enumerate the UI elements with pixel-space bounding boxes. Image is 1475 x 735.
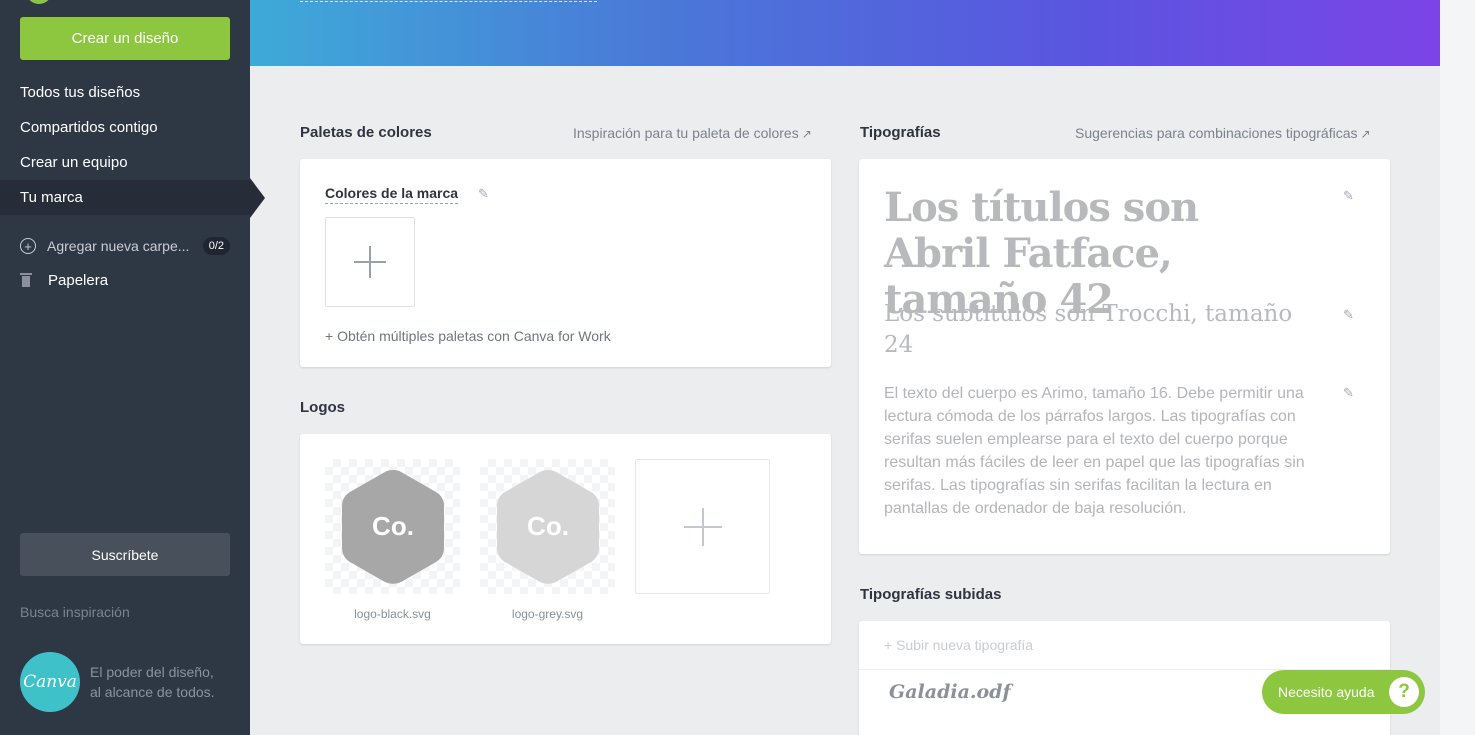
sidebar-item-shared[interactable]: Compartidos contigo [0, 110, 250, 145]
logo-grey-text: Co. [527, 511, 569, 541]
more-palettes-link[interactable]: + Obtén múltiples paletas con Canva for … [325, 328, 611, 344]
user-avatar[interactable] [26, 0, 52, 4]
help-button-label: Necesito ayuda [1278, 684, 1375, 700]
typography-title: Tipografías [860, 124, 941, 141]
font-pairing-link[interactable]: Sugerencias para combinaciones tipográfi… [1075, 125, 1371, 141]
add-color-button[interactable] [325, 217, 415, 307]
folder-count-badge: 0/2 [202, 237, 230, 255]
page-right-edge [1440, 0, 1475, 735]
logo-tile-grey[interactable]: Co. [480, 459, 615, 594]
logo-black-text: Co. [372, 511, 414, 541]
question-icon: ? [1389, 677, 1419, 707]
palettes-card: Colores de la marca ✎ + Obtén múltiples … [300, 159, 831, 367]
uploaded-fonts-title: Tipografías subidas [860, 586, 1002, 603]
slogan-line-1: El poder del diseño, [90, 664, 214, 680]
canva-logo[interactable]: Canva [20, 652, 80, 712]
pencil-icon[interactable]: ✎ [1343, 386, 1355, 399]
brand-colors-label[interactable]: Colores de la marca [325, 185, 459, 204]
pencil-icon[interactable]: ✎ [1343, 308, 1355, 321]
subscribe-button[interactable]: Suscríbete [20, 533, 230, 576]
logo-black-filename: logo-black.svg [354, 607, 431, 621]
upload-font-button[interactable]: + Subir nueva tipografía [884, 637, 1033, 653]
external-link-icon: ↗ [801, 127, 812, 141]
trash-label: Papelera [48, 271, 109, 289]
sidebar-item-trash[interactable]: Papelera [20, 268, 108, 292]
plus-icon [683, 507, 722, 546]
add-folder-label: Agregar nueva carpe... [47, 238, 190, 254]
font-pairing-link-label: Sugerencias para combinaciones tipográfi… [1075, 125, 1358, 141]
canva-logo-text: Canva [23, 672, 77, 692]
create-design-button[interactable]: Crear un diseño [20, 17, 230, 60]
slogan: El poder del diseño, al alcance de todos… [90, 662, 215, 702]
subheading-font-sample[interactable]: Los subtítulos son Trocchi, tamaño 24 [884, 299, 1324, 361]
palette-inspiration-link-label: Inspiración para tu paleta de colores [573, 125, 799, 141]
pencil-icon[interactable]: ✎ [1343, 189, 1355, 202]
trash-icon [20, 273, 32, 287]
slogan-line-2: al alcance de todos. [90, 684, 215, 700]
sidebar-item-all-designs[interactable]: Todos tus diseños [0, 75, 250, 110]
hexagon-logo-icon: Co. [496, 469, 599, 584]
add-folder-button[interactable]: + Agregar nueva carpe... 0/2 [20, 234, 230, 258]
help-button[interactable]: Necesito ayuda ? [1262, 670, 1425, 714]
pencil-icon[interactable]: ✎ [478, 187, 490, 200]
logos-title: Logos [300, 399, 345, 416]
title-underline [300, 1, 597, 2]
plus-circle-icon: + [20, 238, 36, 254]
uploaded-font-item[interactable]: Galadia.odf [889, 681, 1011, 703]
body-font-sample[interactable]: El texto del cuerpo es Arimo, tamaño 16.… [884, 382, 1314, 520]
logos-card: Co. logo-black.svg Co. logo-grey.svg [300, 434, 831, 644]
sidebar-item-create-team[interactable]: Crear un equipo [0, 145, 250, 180]
find-inspiration-link[interactable]: Busca inspiración [20, 604, 130, 620]
plus-icon [354, 246, 386, 278]
typography-card: Los títulos son Abril Fatface, tamaño 42… [859, 159, 1390, 554]
add-logo-button[interactable] [635, 459, 770, 594]
external-link-icon: ↗ [1360, 127, 1371, 141]
logo-tile-black[interactable]: Co. [325, 459, 460, 594]
header-banner [250, 0, 1440, 66]
hexagon-logo-icon: Co. [341, 469, 444, 584]
palette-inspiration-link[interactable]: Inspiración para tu paleta de colores ↗ [573, 125, 812, 141]
sidebar: Crear un diseño Todos tus diseños Compar… [0, 0, 265, 735]
logo-grey-filename: logo-grey.svg [511, 607, 584, 621]
sidebar-item-your-brand[interactable]: Tu marca [0, 178, 265, 218]
palettes-title: Paletas de colores [300, 124, 432, 141]
